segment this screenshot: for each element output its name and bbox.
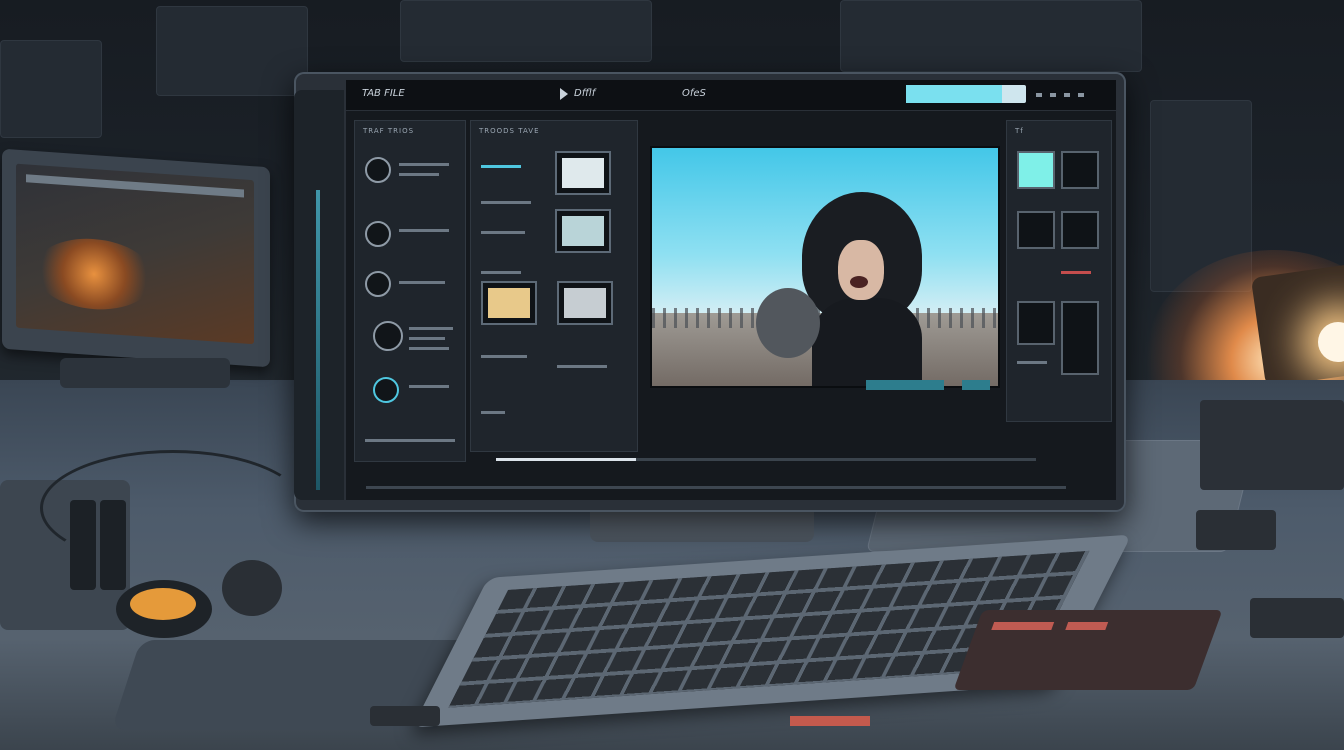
tool-label [399, 163, 449, 166]
editor-topbar: TAB FILE Dfflf OfeS [346, 80, 1116, 111]
render-progress-bar [906, 85, 1026, 103]
background-equipment [0, 40, 102, 138]
media-thumbnail[interactable] [555, 209, 611, 253]
control-pad [953, 610, 1223, 690]
menu-icon[interactable] [1064, 93, 1070, 97]
menu-icon[interactable] [1036, 93, 1042, 97]
left-panel-title: TRAF TRIOS [363, 127, 415, 135]
tool-icon[interactable] [365, 157, 391, 183]
preview-subject-mouth [850, 276, 868, 288]
scene: TAB FILE Dfflf OfeS TRAF TRIOS TROODS TA… [0, 0, 1344, 750]
left-monitor-screen [16, 163, 254, 345]
desk-tool [370, 706, 440, 726]
right-controls-panel: Tf [1006, 120, 1112, 422]
bin-item[interactable] [557, 365, 607, 368]
tool-icon[interactable] [365, 271, 391, 297]
joystick [222, 560, 282, 616]
preview-control[interactable] [866, 380, 944, 390]
effect-icon[interactable] [1061, 151, 1099, 189]
editor-screen: TAB FILE Dfflf OfeS TRAF TRIOS TROODS TA… [346, 80, 1116, 500]
tool-label [399, 229, 449, 232]
preview-held-object [756, 288, 820, 358]
pad-accent [991, 622, 1055, 630]
bin-item[interactable] [481, 411, 505, 414]
timeline-progress [496, 458, 636, 461]
right-hardware [1200, 400, 1344, 490]
control-knob [116, 580, 212, 638]
render-progress-fill [906, 85, 1002, 103]
cables [40, 450, 306, 566]
middle-panel-title: TROODS TAVE [479, 127, 540, 135]
media-bin-panel: TROODS TAVE [470, 120, 638, 452]
tool-label [399, 173, 439, 176]
monitor-side-panel [294, 90, 344, 500]
tool-label [409, 385, 449, 388]
control-label [1017, 361, 1047, 364]
menu-icon[interactable] [1078, 93, 1084, 97]
play-icon[interactable] [560, 88, 568, 100]
preview-subject-face [838, 240, 884, 300]
right-panel-title: Tf [1015, 127, 1024, 135]
background-equipment [840, 0, 1142, 72]
knob-top [130, 588, 196, 620]
bin-item[interactable] [481, 201, 531, 204]
tool-icon[interactable] [365, 221, 391, 247]
media-thumbnail[interactable] [481, 281, 537, 325]
video-preview[interactable] [650, 146, 1000, 388]
mode-label: OfeS [682, 88, 706, 99]
left-monitor-stand [60, 358, 230, 388]
desk-tool [1196, 510, 1276, 550]
media-thumbnail[interactable] [555, 151, 611, 195]
preview-control[interactable] [962, 380, 990, 390]
effect-icon[interactable] [1017, 211, 1055, 249]
bin-item[interactable] [481, 271, 521, 274]
pad-accent [1065, 622, 1109, 630]
bin-item[interactable] [481, 355, 527, 358]
left-screen-image [34, 234, 154, 314]
tool-icon[interactable] [373, 377, 399, 403]
status-bar [366, 486, 1066, 489]
tool-label [409, 347, 449, 350]
tool-label [409, 327, 453, 330]
effect-icon[interactable] [1061, 211, 1099, 249]
side-led-strip [316, 190, 320, 490]
record-icon[interactable] [373, 321, 403, 351]
background-monitor [156, 6, 308, 96]
app-title: TAB FILE [362, 88, 405, 99]
preview-subject-body [812, 298, 922, 386]
left-screen-toolbar [26, 174, 244, 198]
audio-icon[interactable] [1017, 301, 1055, 345]
bin-item[interactable] [481, 165, 521, 168]
audio-icon[interactable] [1061, 301, 1099, 375]
project-name: Dfflf [574, 88, 596, 99]
menu-icon[interactable] [1050, 93, 1056, 97]
desk-accent [790, 716, 870, 726]
bin-item[interactable] [481, 231, 525, 234]
left-monitor [2, 148, 270, 368]
left-tools-panel: TRAF TRIOS [354, 120, 466, 462]
record-indicator [1061, 271, 1091, 274]
background-equipment [400, 0, 652, 62]
effect-icon[interactable] [1017, 151, 1055, 189]
media-thumbnail[interactable] [557, 281, 613, 325]
panel-footer-text [365, 439, 455, 442]
tool-label [409, 337, 445, 340]
tool-label [399, 281, 445, 284]
desk-tool [1250, 598, 1344, 638]
